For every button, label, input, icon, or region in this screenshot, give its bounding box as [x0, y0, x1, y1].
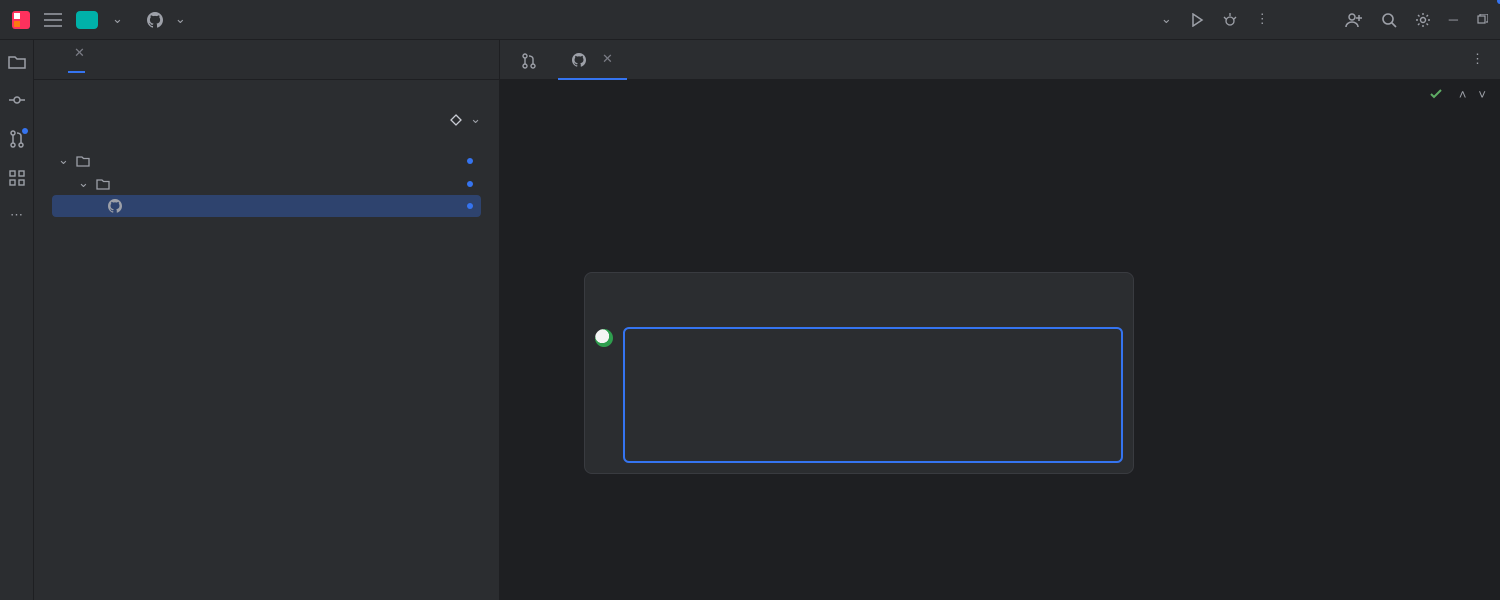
branch-context[interactable]: ⌄ — [147, 12, 186, 28]
main-layout: ⋯ ✕ ⌄ — [0, 40, 1500, 600]
code-editor[interactable] — [500, 80, 1500, 600]
add-user-icon[interactable] — [1345, 11, 1363, 29]
branch-selector[interactable]: ⌄ — [450, 112, 481, 127]
editor-tabs: ✕ ⋮ — [500, 40, 1500, 80]
tree-folder[interactable]: ⌄ — [52, 172, 481, 195]
app-icon — [12, 11, 30, 29]
chevron-down-icon: ⌄ — [470, 112, 481, 127]
changed-indicator — [467, 181, 473, 187]
tab-pr-number[interactable]: ✕ — [68, 46, 85, 73]
run-icon[interactable] — [1190, 13, 1204, 27]
debug-icon[interactable] — [1222, 12, 1238, 28]
chevron-down-icon: ⌄ — [58, 153, 70, 168]
pr-panel-tabs: ✕ — [34, 40, 499, 80]
project-selector[interactable]: ⌄ — [112, 12, 123, 27]
hamburger-icon[interactable] — [44, 13, 62, 27]
comment-input[interactable] — [623, 327, 1123, 463]
changed-indicator — [467, 203, 473, 209]
editor-tab-pr[interactable] — [508, 40, 558, 80]
avatar — [595, 329, 613, 347]
tree-file[interactable] — [52, 195, 481, 217]
project-tool-icon[interactable] — [8, 54, 26, 70]
tree-root[interactable]: ⌄ — [52, 149, 481, 172]
review-comment-popup — [584, 272, 1134, 474]
pull-request-panel: ✕ ⌄ ⌄ — [34, 40, 500, 600]
commit-tool-icon[interactable] — [9, 92, 25, 108]
close-icon[interactable]: ✕ — [602, 52, 613, 67]
changed-indicator — [467, 158, 473, 164]
chevron-down-icon: ⌄ — [1161, 12, 1172, 26]
more-horizontal-icon[interactable]: ⋯ — [10, 208, 23, 223]
chevron-down-icon: ⌄ — [78, 176, 90, 191]
minimize-icon[interactable]: ─ — [1449, 12, 1458, 27]
more-vertical-icon[interactable]: ⋮ — [1471, 52, 1484, 67]
editor-tab-file[interactable]: ✕ — [558, 40, 627, 80]
restore-icon[interactable] — [1476, 14, 1488, 26]
pull-request-tool-icon[interactable] — [9, 130, 25, 148]
chevron-down-icon: ⌄ — [112, 12, 123, 26]
changed-files-tree: ⌄ ⌄ — [52, 149, 481, 217]
title-bar: ⌄ ⌄ ⌄ ⋮ ─ — [0, 0, 1500, 40]
gear-icon[interactable] — [1415, 12, 1431, 28]
search-icon[interactable] — [1381, 12, 1397, 28]
line-gutter — [500, 80, 562, 600]
code-content[interactable] — [562, 80, 1500, 600]
more-vertical-icon[interactable]: ⋮ — [1256, 12, 1269, 27]
structure-tool-icon[interactable] — [9, 170, 25, 186]
close-icon[interactable]: ✕ — [74, 46, 85, 60]
run-config-selector[interactable]: ⌄ — [1161, 12, 1172, 27]
project-badge — [76, 11, 98, 29]
editor-area: ✕ ⋮ ˄ ˅ — [500, 40, 1500, 600]
tool-window-rail: ⋯ — [0, 40, 34, 600]
chevron-down-icon: ⌄ — [175, 12, 186, 27]
